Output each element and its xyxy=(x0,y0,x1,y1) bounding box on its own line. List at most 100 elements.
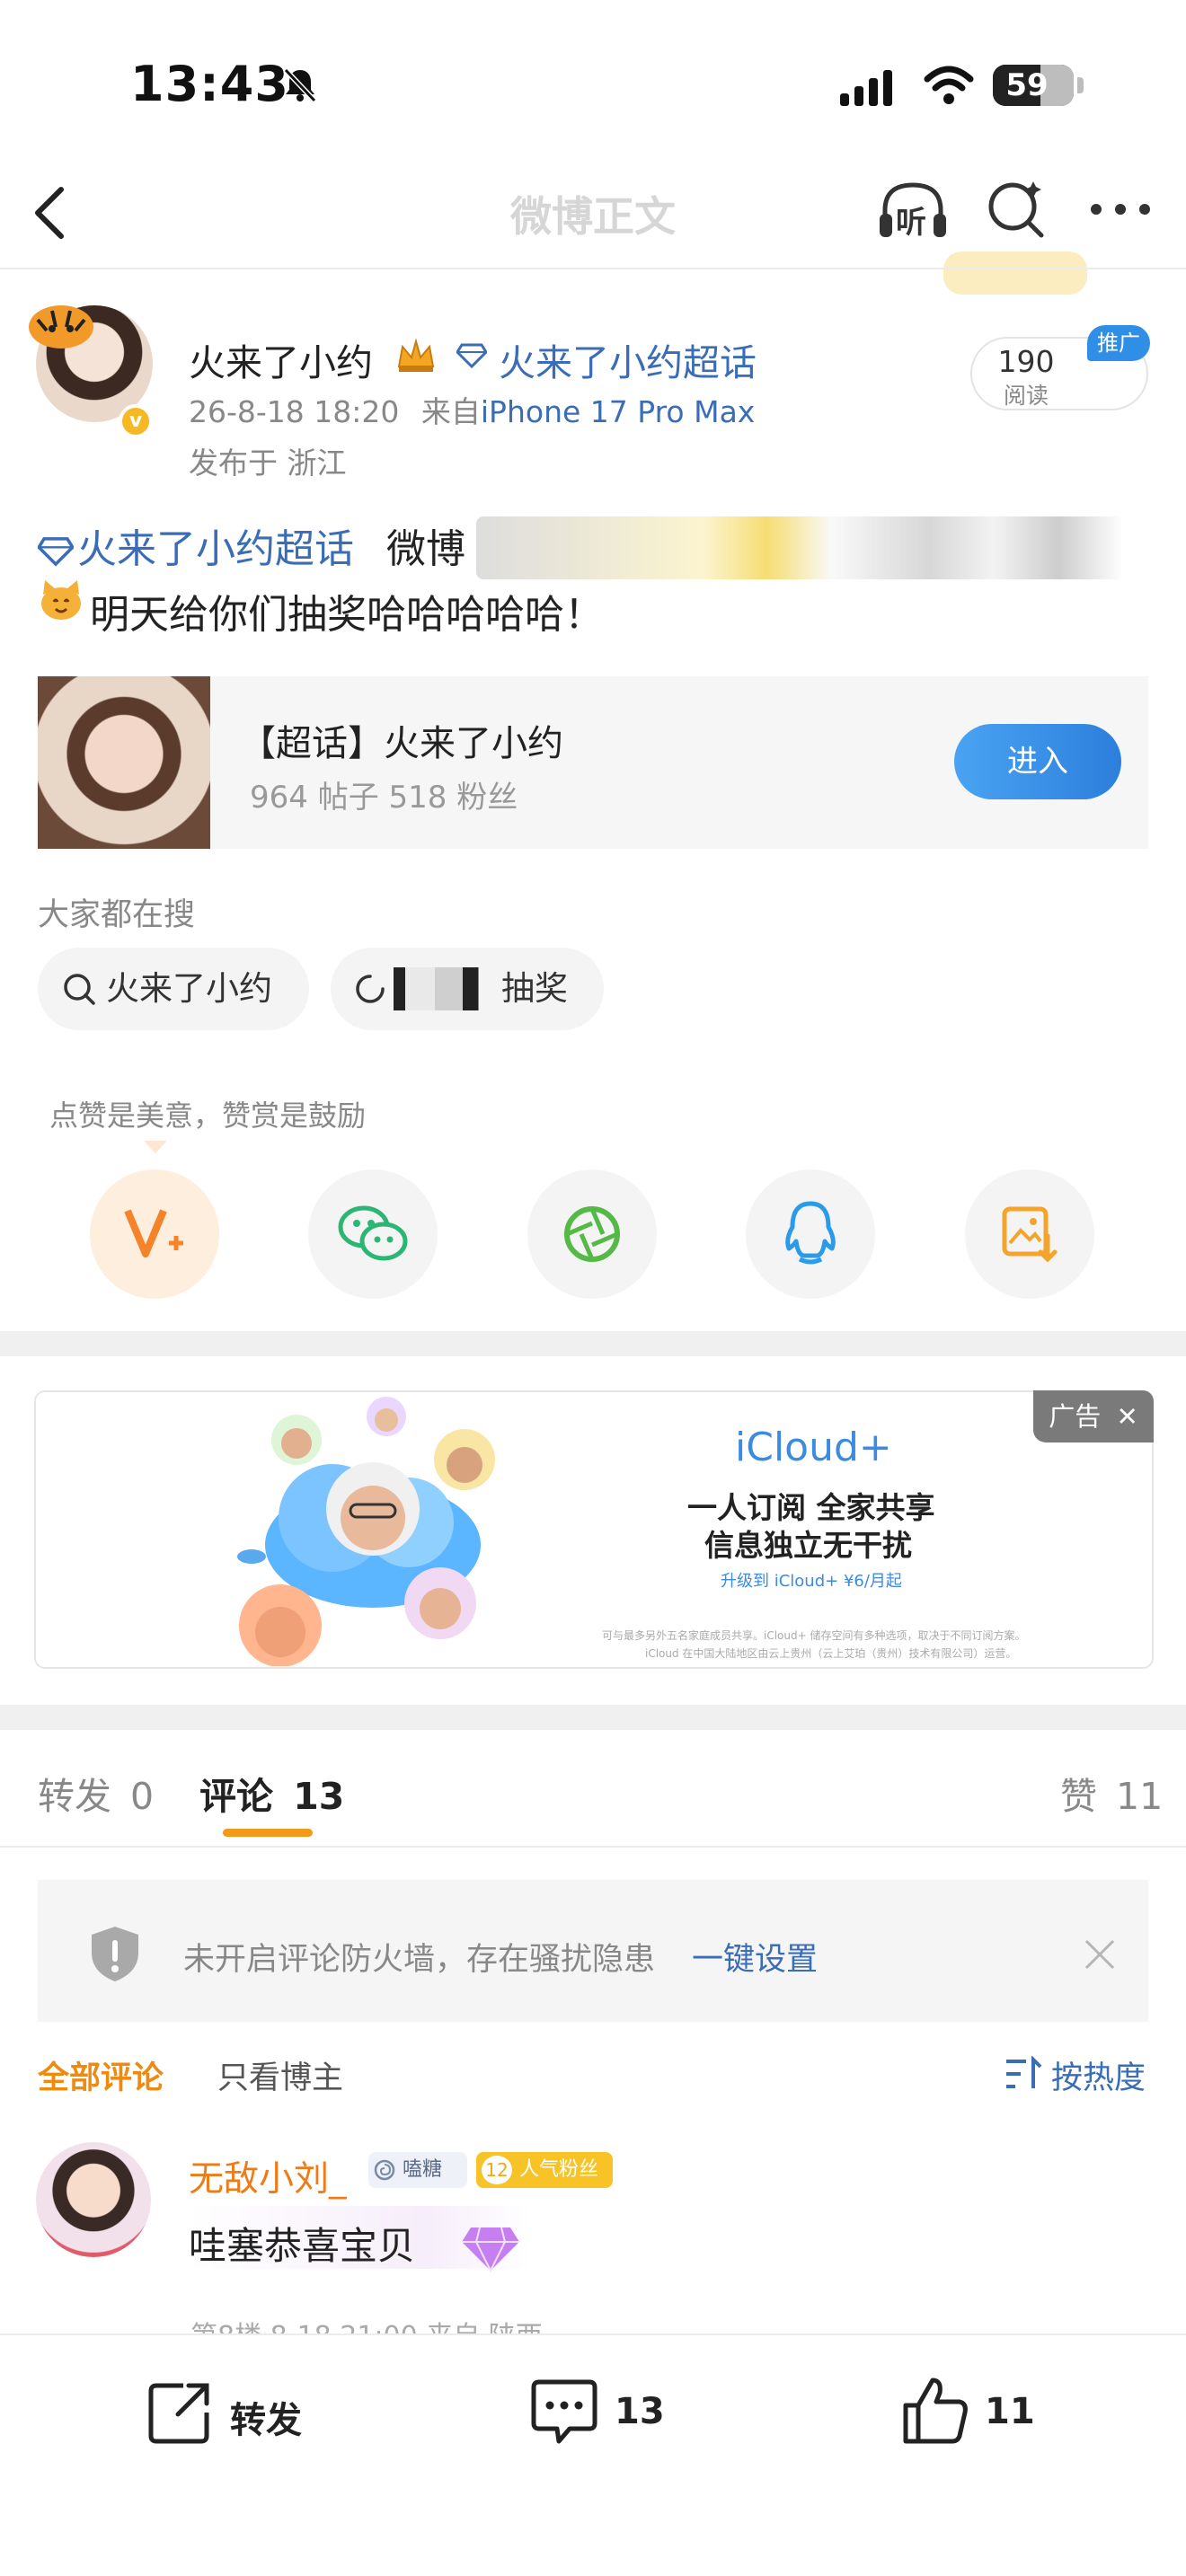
section-gap-2 xyxy=(0,1705,1186,1730)
search-icon[interactable] xyxy=(984,178,1047,241)
reward-v-plus-icon xyxy=(124,1209,183,1257)
bottom-like-count: 11 xyxy=(985,2391,1035,2432)
firewall-setup-link[interactable]: 一键设置 xyxy=(692,1934,818,1980)
filter-all-comments[interactable]: 全部评论 xyxy=(38,2052,164,2098)
sort-by-hot[interactable]: 按热度 xyxy=(1051,2052,1146,2098)
mute-bell-icon xyxy=(283,67,317,103)
author-topic-link[interactable]: 火来了小约超话 xyxy=(499,332,757,386)
thumbs-up-icon xyxy=(903,2378,968,2444)
tab-likes-count: 11 xyxy=(1116,1775,1164,1818)
post-text-line1: 火来了小约超话 微博 xyxy=(36,516,465,574)
enter-topic-button[interactable]: 进入 xyxy=(954,724,1121,799)
status-time: 13:43 xyxy=(130,56,289,112)
reward-button[interactable] xyxy=(90,1169,219,1299)
listen-label: 听 xyxy=(896,205,926,241)
listen-promo-bubble xyxy=(943,251,1087,295)
super-topic-cover xyxy=(38,676,210,849)
sort-icon xyxy=(1006,2056,1042,2088)
wechat-icon xyxy=(338,1205,408,1261)
tab-repost-count: 0 xyxy=(130,1775,155,1818)
post-meta: 26-8-18 18:20 来自iPhone 17 Pro Max xyxy=(189,388,755,431)
shield-icon xyxy=(92,1927,138,1981)
ad-tag[interactable]: 广告 ✕ xyxy=(1033,1390,1154,1442)
super-topic-stats: 964 帖子 518 粉丝 xyxy=(250,780,518,816)
bottom-comment-button[interactable]: 13 xyxy=(528,2371,708,2452)
tab-comments-count: 13 xyxy=(293,1775,345,1818)
share-wechat-button[interactable] xyxy=(308,1169,438,1299)
topic-diamond-icon xyxy=(36,537,75,567)
save-image-button[interactable] xyxy=(965,1169,1094,1299)
bottom-repost-label: 转发 xyxy=(230,2400,302,2441)
mosaic-redaction xyxy=(476,516,1123,579)
bottom-comment-count: 13 xyxy=(615,2391,665,2432)
search-chip-2[interactable]: 抽奖 xyxy=(331,948,604,1030)
tabs-divider xyxy=(0,1846,1186,1848)
post-text-line2: 明天给你们抽奖哈哈哈哈哈！ xyxy=(90,592,604,638)
ad-cta: 升级到 iCloud+ ¥6/月起 xyxy=(721,1572,902,1591)
comment-text: 哇塞恭喜宝贝 xyxy=(189,2224,416,2268)
bottom-action-bar xyxy=(0,2333,1186,2576)
fan-level-label: 人气粉丝 xyxy=(519,2158,599,2181)
tab-likes-label: 赞 xyxy=(1060,1775,1097,1818)
battery-indicator: 59 xyxy=(993,65,1074,106)
promote-badge[interactable]: 推广 xyxy=(1087,325,1150,361)
ad-headline-2: 信息独立无干扰 xyxy=(704,1528,912,1563)
post-topic-link[interactable]: 火来了小约超话 xyxy=(77,526,354,572)
moments-aperture-icon xyxy=(564,1206,620,1262)
wifi-icon xyxy=(924,66,974,104)
nav-divider xyxy=(0,268,1186,269)
read-label: 阅读 xyxy=(1003,383,1049,409)
listen-button[interactable]: 听 xyxy=(876,178,950,243)
author-name-text: 火来了小约 xyxy=(189,341,373,384)
ad-brand: iCloud+ xyxy=(735,1425,892,1470)
tab-comments-label: 评论 xyxy=(199,1775,273,1818)
close-icon[interactable] xyxy=(1083,1937,1117,1972)
post-location: 发布于 浙江 xyxy=(189,446,347,481)
loading-icon xyxy=(356,975,385,1003)
commenter-name[interactable]: 无敌小刘_ xyxy=(189,2151,347,2201)
ad-fineprint-2: iCloud 在中国大陆地区由云上贵州（云上艾珀（贵州）技术有限公司）运营。 xyxy=(645,1647,1017,1660)
tip-pointer xyxy=(144,1141,167,1153)
tab-likes[interactable]: 赞 11 xyxy=(1060,1766,1163,1820)
verified-badge: v xyxy=(119,404,153,438)
tab-comments[interactable]: 评论 13 xyxy=(199,1766,344,1820)
ad-tag-label: 广告 xyxy=(1049,1401,1102,1432)
share-moments-button[interactable] xyxy=(527,1169,657,1299)
commenter-badge[interactable]: 嗑糖 xyxy=(368,2152,467,2188)
more-icon[interactable] xyxy=(1089,199,1152,219)
battery-cap xyxy=(1077,77,1084,93)
section-gap xyxy=(0,1331,1186,1356)
qq-penguin-icon xyxy=(785,1201,836,1265)
lollipop-icon xyxy=(374,2159,395,2181)
battery-level: 59 xyxy=(1005,67,1049,103)
post-from-label: 来自 xyxy=(420,394,481,429)
ad-close-icon[interactable]: ✕ xyxy=(1116,1401,1137,1432)
repost-icon xyxy=(148,2383,209,2444)
search-icon xyxy=(64,974,95,1005)
fan-level-number: 12 xyxy=(482,2156,512,2184)
post-text-part: 微博 xyxy=(386,526,465,572)
bottom-like-button[interactable]: 11 xyxy=(900,2371,1062,2452)
share-qq-button[interactable] xyxy=(746,1169,875,1299)
filter-host-only[interactable]: 只看博主 xyxy=(217,2052,343,2098)
ad-fineprint-1: 可与最多另外五名家庭成员共享。iCloud+ 储存空间有多种选项，取决于不同订阅… xyxy=(602,1629,1026,1642)
post-device[interactable]: iPhone 17 Pro Max xyxy=(481,394,755,429)
read-count: 190 xyxy=(997,344,1055,379)
diamond-icon xyxy=(456,343,487,368)
bottom-repost-button[interactable]: 转发 xyxy=(144,2371,323,2452)
super-topic-title: 【超话】火来了小约 xyxy=(240,723,563,764)
author-name[interactable]: 火来了小约 xyxy=(189,332,373,386)
fan-level-badge[interactable]: 12 人气粉丝 xyxy=(476,2152,613,2188)
signal-icon xyxy=(840,70,892,106)
search-chip-1[interactable]: 火来了小约 xyxy=(38,948,309,1030)
crown-icon xyxy=(397,338,435,372)
tab-repost[interactable]: 转发 0 xyxy=(38,1766,154,1820)
search-chip-1-label: 火来了小约 xyxy=(106,969,272,1008)
firewall-notice-text: 未开启评论防火墙，存在骚扰隐患 xyxy=(183,1942,656,1978)
tab-active-indicator xyxy=(223,1829,313,1837)
tab-repost-label: 转发 xyxy=(38,1775,111,1818)
search-chip-2-mosaic xyxy=(394,967,492,1010)
ad-headline-1: 一人订阅 全家共享 xyxy=(687,1490,935,1525)
gem-sticker-icon xyxy=(462,2227,519,2273)
commenter-avatar[interactable] xyxy=(36,2142,151,2257)
